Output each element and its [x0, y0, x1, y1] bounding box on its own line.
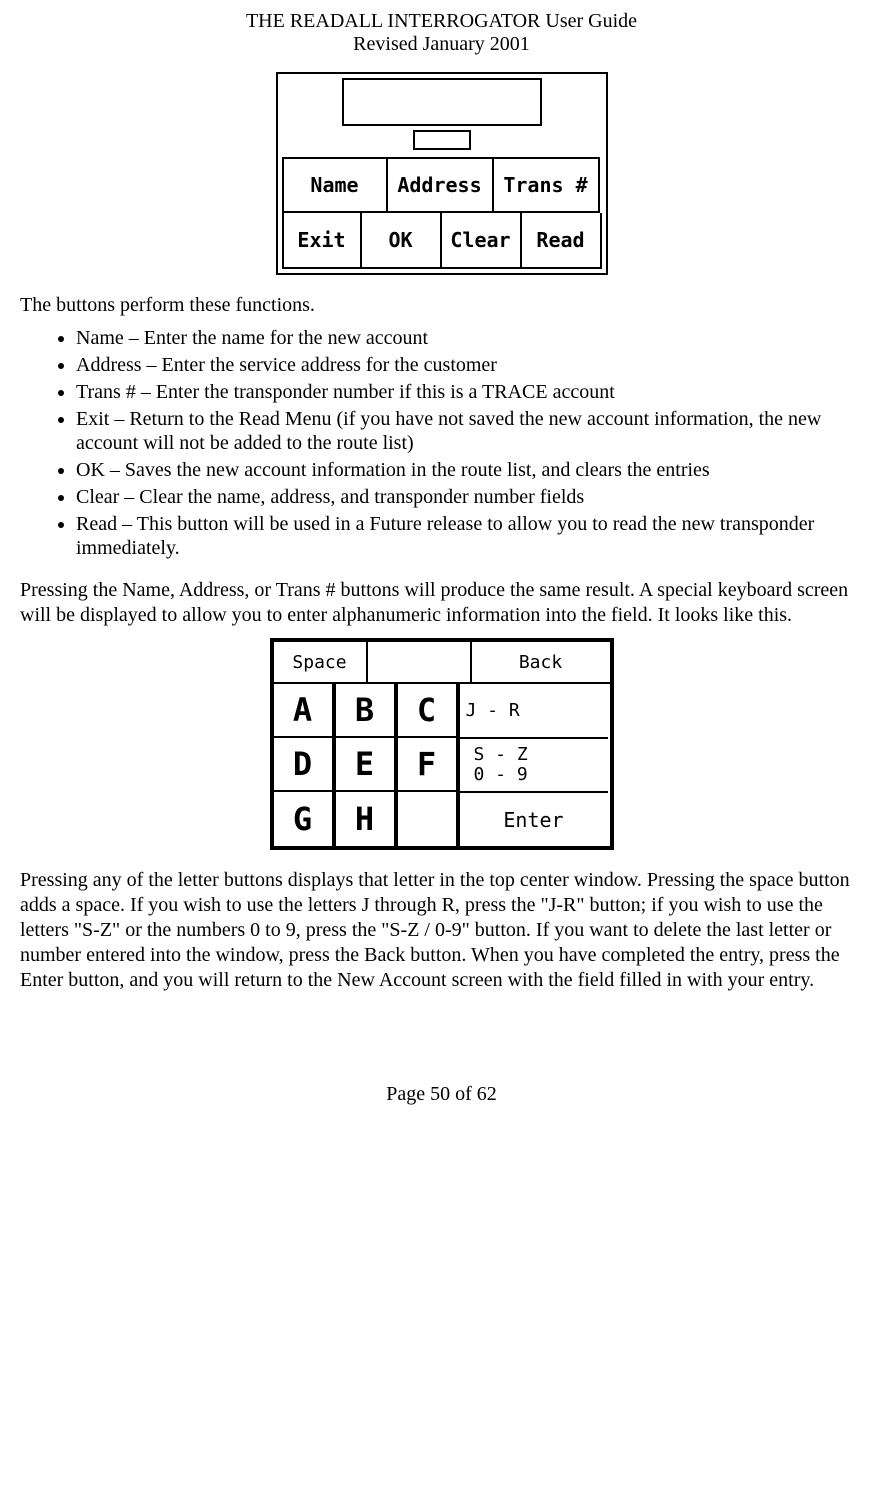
list-item: Trans # – Enter the transponder number i… [76, 380, 863, 404]
list-item: Name – Enter the name for the new accoun… [76, 326, 863, 350]
letter-d-button[interactable]: D [274, 738, 336, 792]
letter-c-button[interactable]: C [398, 684, 460, 738]
list-item: Clear – Clear the name, address, and tra… [76, 485, 863, 509]
new-account-screen: Name Address Trans # Exit OK Clear Read [276, 72, 608, 275]
s-z-0-9-button[interactable]: S - Z 0 - 9 [460, 739, 608, 794]
letter-a-button[interactable]: A [274, 684, 336, 738]
letter-h-button[interactable]: H [336, 792, 398, 846]
letter-g-button[interactable]: G [274, 792, 336, 846]
list-item: OK – Saves the new account information i… [76, 458, 863, 482]
list-item: Exit – Return to the Read Menu (if you h… [76, 407, 863, 455]
address-button[interactable]: Address [388, 157, 494, 213]
display-tab [413, 130, 471, 150]
button-functions-list: Name – Enter the name for the new accoun… [20, 326, 863, 560]
keyboard-intro-paragraph: Pressing the Name, Address, or Trans # b… [20, 578, 863, 628]
letter-e-button[interactable]: E [336, 738, 398, 792]
doc-subtitle: Revised January 2001 [20, 33, 863, 56]
list-item: Read – This button will be used in a Fut… [76, 512, 863, 560]
enter-button[interactable]: Enter [460, 793, 608, 846]
keyboard-screen: Space Back A B C D E F G H [270, 638, 614, 850]
read-button[interactable]: Read [522, 213, 602, 269]
page-footer: Page 50 of 62 [20, 1083, 863, 1106]
blank-button[interactable] [398, 792, 460, 846]
page-header: THE READALL INTERROGATOR User Guide Revi… [20, 10, 863, 56]
intro-paragraph: The buttons perform these functions. [20, 293, 863, 318]
sz-label: S - Z [474, 745, 528, 765]
keyboard-display [368, 640, 472, 684]
num-label: 0 - 9 [474, 765, 528, 785]
clear-button[interactable]: Clear [442, 213, 522, 269]
ok-button[interactable]: OK [362, 213, 442, 269]
keyboard-explain-paragraph: Pressing any of the letter buttons displ… [20, 868, 863, 993]
letter-f-button[interactable]: F [398, 738, 460, 792]
exit-button[interactable]: Exit [282, 213, 362, 269]
entry-display [342, 78, 542, 126]
j-r-button[interactable]: J - R [460, 684, 608, 739]
back-button[interactable]: Back [472, 640, 612, 684]
letter-b-button[interactable]: B [336, 684, 398, 738]
name-button[interactable]: Name [282, 157, 388, 213]
trans-number-button[interactable]: Trans # [494, 157, 600, 213]
list-item: Address – Enter the service address for … [76, 353, 863, 377]
space-button[interactable]: Space [272, 640, 368, 684]
doc-title: THE READALL INTERROGATOR User Guide [20, 10, 863, 33]
